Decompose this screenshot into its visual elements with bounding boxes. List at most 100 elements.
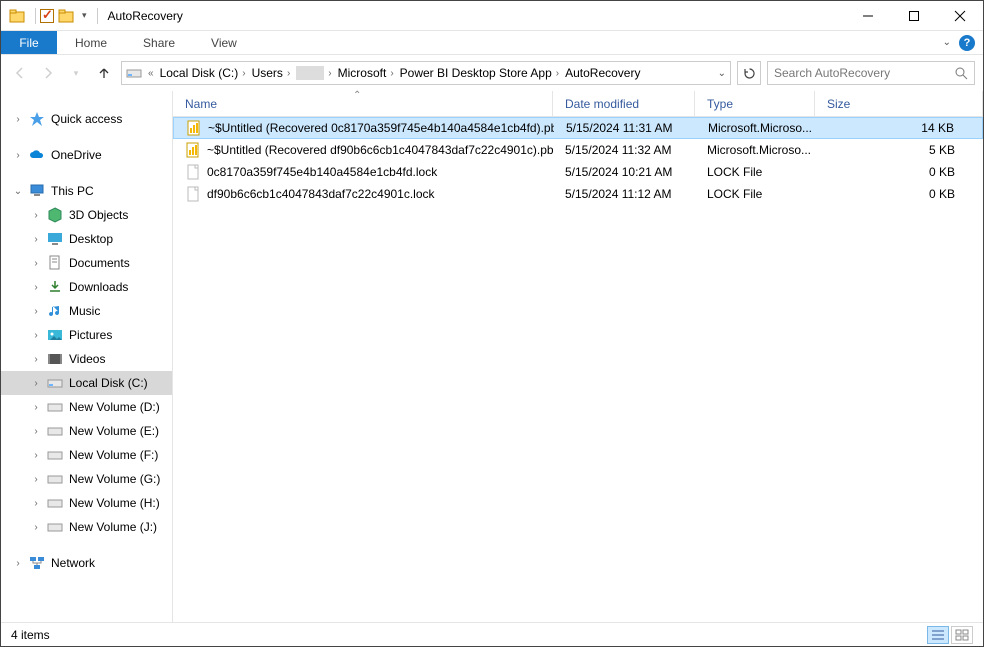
blank-file-icon [185,164,201,180]
nav-documents[interactable]: ›Documents [1,251,172,275]
breadcrumb-seg[interactable]: Users› [252,66,293,80]
maximize-button[interactable] [891,1,937,31]
nav-volume-j[interactable]: ›New Volume (J:) [1,515,172,539]
ribbon-expand-icon[interactable]: ⌄ [943,37,951,48]
home-tab[interactable]: Home [57,31,125,54]
blank-file-icon [185,186,201,202]
address-bar: ▾ « Local Disk (C:)› Users› › Microsoft›… [1,55,983,91]
window-title: AutoRecovery [108,9,183,23]
separator [35,8,36,24]
nav-network[interactable]: ›Network [1,551,172,575]
address-box[interactable]: « Local Disk (C:)› Users› › Microsoft› P… [121,61,731,85]
recent-dropdown[interactable]: ▾ [65,62,87,84]
status-bar: 4 items [1,622,983,646]
file-type: LOCK File [695,165,815,179]
file-tab[interactable]: File [1,31,57,54]
nav-volume-e[interactable]: ›New Volume (E:) [1,419,172,443]
sort-indicator-icon: ⌃ [353,90,361,101]
file-row[interactable]: ~$Untitled (Recovered 0c8170a359f745e4b1… [173,117,983,139]
nav-quick-access[interactable]: ›Quick access [1,107,172,131]
file-date: 5/15/2024 11:31 AM [554,121,696,135]
drive-icon [47,447,63,463]
folder-icon [9,8,25,24]
nav-downloads[interactable]: ›Downloads [1,275,172,299]
pictures-icon [47,327,63,343]
nav-local-disk-c[interactable]: ›Local Disk (C:) [1,371,172,395]
file-list-pane: ⌃ Name Date modified Type Size ~$Untitle… [173,91,983,622]
breadcrumb-seg[interactable]: Power BI Desktop Store App› [400,66,561,80]
details-view-button[interactable] [927,626,949,644]
nav-volume-g[interactable]: ›New Volume (G:) [1,467,172,491]
file-name: df90b6c6cb1c4047843daf7c22c4901c.lock [207,187,435,201]
network-icon [29,555,45,571]
column-name[interactable]: Name [173,91,553,116]
titlebar: ▾ AutoRecovery [1,1,983,31]
nav-videos[interactable]: ›Videos [1,347,172,371]
back-button[interactable] [9,62,31,84]
breadcrumb-seg[interactable]: Local Disk (C:)› [160,66,248,80]
drive-icon [47,399,63,415]
nav-volume-d[interactable]: ›New Volume (D:) [1,395,172,419]
file-size: 0 KB [815,187,983,201]
nav-volume-h[interactable]: ›New Volume (H:) [1,491,172,515]
file-date: 5/15/2024 10:21 AM [553,165,695,179]
view-tab[interactable]: View [193,31,255,54]
separator [97,8,98,24]
search-placeholder: Search AutoRecovery [774,66,955,80]
qat-properties-icon[interactable] [40,9,54,23]
drive-icon [47,495,63,511]
pc-icon [29,183,45,199]
star-icon [29,111,45,127]
nav-pane: ›Quick access ›OneDrive ⌄This PC ›3D Obj… [1,91,173,622]
file-name: 0c8170a359f745e4b140a4584e1cb4fd.lock [207,165,437,179]
downloads-icon [47,279,63,295]
nav-pictures[interactable]: ›Pictures [1,323,172,347]
desktop-icon [47,231,63,247]
nav-music[interactable]: ›Music [1,299,172,323]
search-input[interactable]: Search AutoRecovery [767,61,975,85]
help-icon[interactable]: ? [959,35,975,51]
documents-icon [47,255,63,271]
column-date[interactable]: Date modified [553,91,695,116]
share-tab[interactable]: Share [125,31,193,54]
forward-button[interactable] [37,62,59,84]
file-size: 0 KB [815,165,983,179]
cloud-icon [29,147,45,163]
music-icon [47,303,63,319]
breadcrumb-seg[interactable]: Microsoft› [338,66,396,80]
file-date: 5/15/2024 11:32 AM [553,143,695,157]
qat-dropdown-icon[interactable]: ▾ [82,10,87,21]
breadcrumb-seg[interactable]: › [296,66,333,80]
drive-icon [47,519,63,535]
ribbon: File Home Share View ⌄ ? [1,31,983,55]
column-size[interactable]: Size [815,91,983,116]
file-row[interactable]: ~$Untitled (Recovered df90b6c6cb1c404784… [173,139,983,161]
file-row[interactable]: df90b6c6cb1c4047843daf7c22c4901c.lock 5/… [173,183,983,205]
file-row[interactable]: 0c8170a359f745e4b140a4584e1cb4fd.lock 5/… [173,161,983,183]
drive-icon [47,423,63,439]
close-button[interactable] [937,1,983,31]
file-name: ~$Untitled (Recovered df90b6c6cb1c404784… [207,143,553,157]
nav-this-pc[interactable]: ⌄This PC [1,179,172,203]
file-type: LOCK File [695,187,815,201]
thumbnail-view-button[interactable] [951,626,973,644]
nav-onedrive[interactable]: ›OneDrive [1,143,172,167]
file-size: 5 KB [815,143,983,157]
nav-volume-f[interactable]: ›New Volume (F:) [1,443,172,467]
column-type[interactable]: Type [695,91,815,116]
address-dropdown-icon[interactable]: ⌄ [718,68,726,79]
nav-desktop[interactable]: ›Desktop [1,227,172,251]
breadcrumb-seg[interactable]: AutoRecovery [565,66,640,80]
nav-3d-objects[interactable]: ›3D Objects [1,203,172,227]
qat-folder-icon[interactable] [58,8,74,24]
refresh-button[interactable] [737,61,761,85]
item-count: 4 items [11,628,50,642]
up-button[interactable] [93,62,115,84]
cube-icon [47,207,63,223]
file-date: 5/15/2024 11:12 AM [553,187,695,201]
minimize-button[interactable] [845,1,891,31]
drive-icon [47,471,63,487]
file-size: 14 KB [816,121,982,135]
file-type: Microsoft.Microso... [696,121,816,135]
file-type: Microsoft.Microso... [695,143,815,157]
